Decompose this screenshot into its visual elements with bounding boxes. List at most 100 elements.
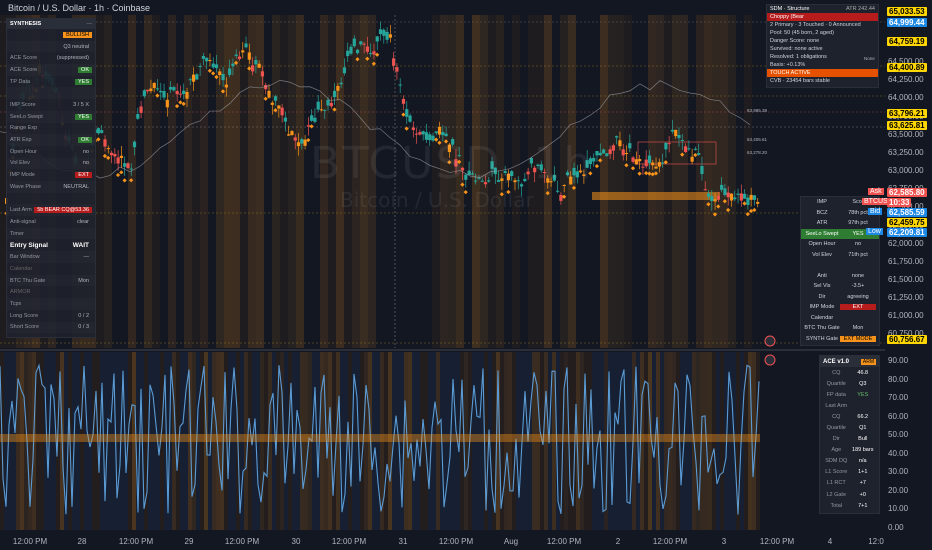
imp-row-value: 97th pct: [848, 220, 868, 227]
structure-row: Resolved: 1 obligations: [770, 54, 827, 60]
candle-body: [346, 50, 350, 57]
session-band: [672, 15, 680, 348]
session-band: [656, 15, 664, 348]
time-axis-label: 12:00 PM: [331, 537, 367, 546]
candle-body: [96, 128, 101, 134]
candle-body: [661, 162, 665, 164]
struct-ref-3: 63,278.20: [747, 150, 768, 155]
ace-title: ACE v1.0: [823, 358, 850, 365]
session-band: [248, 15, 256, 348]
synthesis-row: SeeLo Swept YES: [7, 111, 95, 123]
synthesis-row: ACE Score (suppressed): [7, 52, 95, 64]
bid-label: Bid: [868, 208, 883, 215]
candle-body: [405, 109, 409, 117]
time-axis-label: 2: [615, 537, 621, 546]
candle-body: [595, 151, 599, 156]
price-tag: 65,033.53: [887, 7, 927, 16]
candle-body: [188, 79, 192, 81]
synthesis-title: SYNTHESIS —: [7, 19, 95, 29]
imp-row-label: Calendar: [810, 314, 834, 321]
time-axis-label: 4: [827, 537, 833, 546]
signal-marker: [594, 164, 600, 169]
synthesis-row: Calendar: [7, 263, 95, 275]
indicator-axis-label: 20.00: [888, 485, 909, 495]
candle-body: [310, 115, 314, 121]
ace-panel: ACE v1.0 ARM CQ 46.8 Quartile Q3 FP data YES L…: [819, 355, 880, 514]
candle-body: [723, 188, 727, 195]
candle-body: [674, 129, 678, 137]
imp-row-label: Anti: [817, 272, 827, 279]
candle-body: [611, 145, 615, 151]
candle-body: [687, 148, 691, 150]
candle-body: [267, 90, 271, 98]
imp-row-label: BTC Thu Gate: [804, 325, 840, 332]
candle-body: [605, 153, 609, 157]
candle-body: [408, 115, 412, 122]
ace-row-label: SDM DQ: [825, 458, 848, 465]
candle-body: [296, 142, 301, 147]
candle-body: [339, 82, 343, 85]
synthesis-row-label: Anti-signal: [10, 218, 36, 225]
candle-body: [237, 56, 242, 60]
session-band: [680, 15, 688, 348]
candle-body: [211, 63, 215, 68]
candle-body: [352, 38, 356, 47]
candle-body: [244, 43, 248, 48]
candle-body: [116, 157, 120, 164]
ace-row-value: YES: [857, 391, 869, 398]
ace-row: Age 189 bars: [820, 445, 879, 456]
candle-body: [664, 142, 668, 150]
candle-body: [169, 87, 173, 90]
alert-icon: [764, 354, 776, 366]
imp-row: Calendar: [801, 313, 879, 324]
candle-body: [283, 117, 287, 122]
candle-body: [195, 74, 199, 80]
struct-ref-2: 63,405.61: [747, 137, 768, 142]
synthesis-row-label: SeeLo Swept: [10, 113, 43, 120]
session-band: [224, 15, 232, 348]
candle-body: [746, 197, 750, 205]
candle-body: [106, 148, 110, 150]
candle-body: [736, 193, 740, 195]
candle-body: [234, 54, 238, 56]
time-axis-label: 31: [398, 537, 408, 546]
candle-body: [221, 74, 225, 81]
ace-row-value: 1+1: [858, 469, 868, 476]
synthesis-row-value: BULLISH: [63, 31, 92, 38]
structure-atr: ATR 242.44: [846, 6, 875, 12]
indicator-axis-label: 50.00: [888, 430, 909, 439]
synthesis-panel: SYNTHESIS — BULLISH Q3 neutral ACE Score (s…: [6, 18, 96, 338]
synthesis-row-value: 0 / 2: [78, 312, 89, 319]
price-tag: 64,759.19: [887, 37, 927, 46]
ace-row-value: +0: [859, 491, 866, 498]
imp-row-label: Dir: [818, 293, 826, 300]
session-band: [712, 15, 720, 348]
ace-row: Quartile Q1: [820, 422, 879, 433]
imp-row: BTC Thu Gate Mon: [801, 323, 879, 334]
synthesis-row-label: ARMOR: [10, 289, 31, 296]
candle-body: [703, 189, 707, 191]
candle-body: [398, 84, 402, 86]
signal-marker: [115, 172, 121, 178]
synthesis-row: [7, 87, 95, 99]
synthesis-row: [7, 193, 95, 205]
candle-body: [316, 101, 320, 110]
candle-body: [159, 90, 163, 93]
candle-body: [421, 131, 425, 135]
price-axis-label: 63,500.00: [888, 129, 924, 139]
candle-body: [677, 134, 681, 139]
candle-body: [733, 197, 737, 200]
price-tag: 62,459.75: [887, 218, 927, 227]
candle-body: [290, 131, 294, 136]
candle-body: [608, 149, 612, 155]
ace-row-label: Dir: [832, 436, 840, 443]
imp-row-label: IMP: [817, 199, 827, 206]
candle-body: [628, 143, 632, 149]
indicator-axis-label: 40.00: [888, 448, 909, 458]
symbol-title[interactable]: Bitcoin / U.S. Dollar · 1h · Coinbase: [8, 3, 150, 13]
candle-body: [638, 159, 642, 162]
structure-row: Choppy (Bear: [767, 13, 878, 21]
signal-marker: [752, 207, 757, 213]
ace-row-value: 189 bars: [852, 447, 874, 454]
synthesis-row-label: ACE Score: [10, 55, 38, 62]
